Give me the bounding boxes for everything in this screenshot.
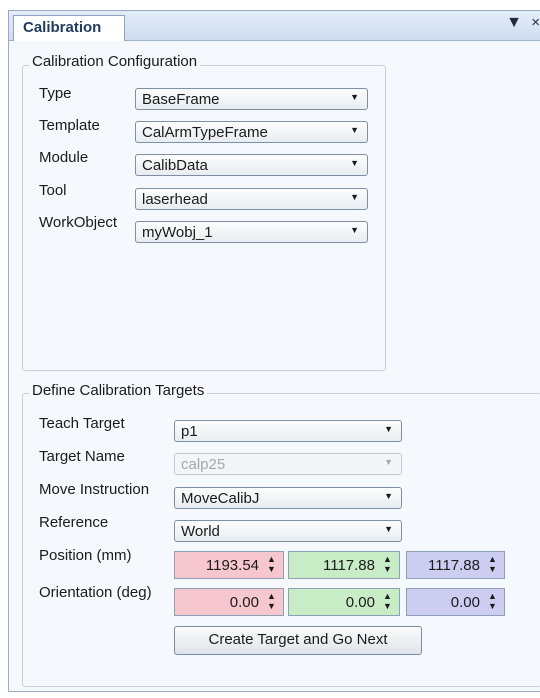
reference-dropdown[interactable]: World ▼ (174, 520, 402, 542)
target-name-label: Target Name (39, 448, 125, 465)
teach-target-dropdown[interactable]: p1 ▼ (174, 420, 402, 442)
chevron-down-icon: ▼ (384, 424, 393, 434)
position-x-value: 1193.54 (205, 557, 259, 574)
orientation-z-spinner[interactable]: 0.00 ▲ ▼ (406, 588, 505, 616)
position-label: Position (mm) (39, 547, 132, 564)
orientation-z-value: 0.00 (450, 594, 480, 611)
orientation-x-value: 0.00 (229, 594, 259, 611)
chevron-down-icon: ▼ (384, 491, 393, 501)
move-instruction-value: MoveCalibJ (181, 490, 260, 507)
template-dropdown[interactable]: CalArmTypeFrame ▼ (135, 121, 368, 143)
chevron-down-icon: ▼ (350, 225, 359, 235)
type-value: BaseFrame (142, 91, 220, 108)
orientation-label: Orientation (deg) (39, 584, 152, 601)
spin-arrows-icon[interactable]: ▲ ▼ (488, 592, 498, 612)
workobject-value: myWobj_1 (142, 224, 213, 241)
position-x-spinner[interactable]: 1193.54 ▲ ▼ (174, 551, 284, 579)
target-name-value: calp25 (181, 456, 226, 473)
template-value: CalArmTypeFrame (142, 124, 268, 141)
pin-icon[interactable]: ▼ (506, 14, 522, 32)
spin-arrows-icon[interactable]: ▲ ▼ (383, 555, 393, 575)
workobject-label: WorkObject (39, 214, 118, 231)
chevron-down-icon: ▼ (384, 457, 393, 467)
create-target-button[interactable]: Create Target and Go Next (174, 626, 422, 655)
type-label: Type (39, 85, 72, 102)
reference-value: World (181, 523, 220, 540)
module-dropdown[interactable]: CalibData ▼ (135, 154, 368, 176)
close-icon[interactable]: × (531, 14, 540, 31)
position-y-spinner[interactable]: 1117.88 ▲ ▼ (288, 551, 400, 579)
define-calibration-targets-title: Define Calibration Targets (29, 382, 208, 399)
position-y-value: 1117.88 (323, 557, 375, 574)
chevron-down-icon: ▼ (350, 158, 359, 168)
teach-target-label: Teach Target (39, 415, 125, 432)
teach-target-value: p1 (181, 423, 198, 440)
calibration-configuration-title: Calibration Configuration (29, 53, 201, 70)
tool-dropdown[interactable]: laserhead ▼ (135, 188, 368, 210)
spin-arrows-icon[interactable]: ▲ ▼ (488, 555, 498, 575)
module-label: Module (39, 149, 89, 166)
chevron-down-icon: ▼ (350, 125, 359, 135)
position-z-value: 1117.88 (428, 557, 480, 574)
panel-title-bar: Calibration ▼ × (9, 11, 540, 41)
workobject-dropdown[interactable]: myWobj_1 ▼ (135, 221, 368, 243)
target-name-dropdown: calp25 ▼ (174, 453, 402, 475)
orientation-y-value: 0.00 (345, 594, 375, 611)
chevron-down-icon: ▼ (350, 92, 359, 102)
module-value: CalibData (142, 157, 208, 174)
tool-label: Tool (39, 182, 67, 199)
type-dropdown[interactable]: BaseFrame ▼ (135, 88, 368, 110)
reference-label: Reference (39, 514, 109, 531)
spin-arrows-icon[interactable]: ▲ ▼ (267, 592, 277, 612)
move-instruction-dropdown[interactable]: MoveCalibJ ▼ (174, 487, 402, 509)
orientation-y-spinner[interactable]: 0.00 ▲ ▼ (288, 588, 400, 616)
spin-arrows-icon[interactable]: ▲ ▼ (383, 592, 393, 612)
orientation-x-spinner[interactable]: 0.00 ▲ ▼ (174, 588, 284, 616)
tool-value: laserhead (142, 191, 208, 208)
chevron-down-icon: ▼ (350, 192, 359, 202)
template-label: Template (39, 117, 100, 134)
spin-arrows-icon[interactable]: ▲ ▼ (267, 555, 277, 575)
chevron-down-icon: ▼ (384, 524, 393, 534)
position-z-spinner[interactable]: 1117.88 ▲ ▼ (406, 551, 505, 579)
calibration-panel: Calibration ▼ × Calibration Configuratio… (8, 10, 540, 692)
tab-calibration[interactable]: Calibration (13, 15, 125, 41)
move-instruction-label: Move Instruction (39, 481, 150, 498)
